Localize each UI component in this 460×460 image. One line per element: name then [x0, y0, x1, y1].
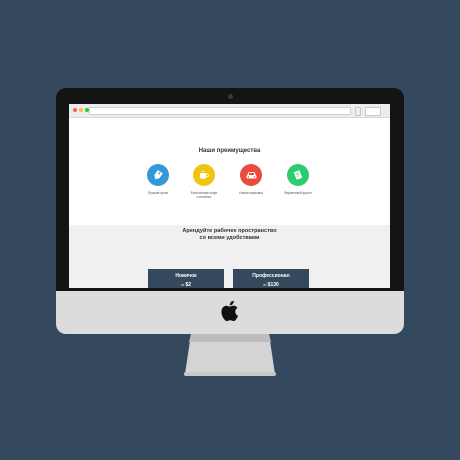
- feature-best-prices: Лучшие цены: [133, 164, 183, 195]
- feature-label: Новая парковка: [239, 191, 263, 195]
- close-icon[interactable]: [73, 108, 77, 112]
- minimize-icon[interactable]: [79, 108, 83, 112]
- coffee-cup-icon: [193, 164, 215, 186]
- advantages-title: Наши преимущества: [198, 148, 261, 154]
- feature-label: Фирменный фронт: [284, 191, 312, 195]
- apple-logo-icon: [221, 300, 238, 322]
- feature-parking: Новая парковка: [226, 164, 276, 195]
- imac-monitor: Наши преимущества Лучшие цены Бесплатные…: [56, 88, 404, 334]
- address-bar[interactable]: [89, 107, 351, 115]
- feature-label: Бесплатные кофе и печенье: [190, 191, 218, 199]
- car-icon: [240, 164, 262, 186]
- browser-menu-icon[interactable]: [355, 107, 361, 116]
- plan-name: Новичок: [175, 273, 197, 279]
- browser-search-field[interactable]: [365, 107, 381, 116]
- monitor-screen: Наши преимущества Лучшие цены Бесплатные…: [69, 104, 390, 288]
- rent-title: Арендуйте рабочее пространство со всеми …: [182, 228, 277, 241]
- price-tag-icon: [147, 164, 169, 186]
- monitor-bezel: Наши преимущества Лучшие цены Бесплатные…: [56, 88, 404, 291]
- monitor-chin: [56, 291, 404, 334]
- feature-free-coffee: Бесплатные кофе и печенье: [179, 164, 229, 199]
- window-controls: [73, 108, 89, 112]
- camera-icon: [228, 94, 233, 99]
- plan-card-beginner[interactable]: Новичок от $2: [148, 269, 224, 288]
- monitor-stand: [185, 334, 275, 374]
- feature-brand: Фирменный фронт: [273, 164, 323, 195]
- plan-card-professional[interactable]: Профессионал от $130: [233, 269, 309, 288]
- notebook-icon: [287, 164, 309, 186]
- plan-price: от $130: [263, 282, 279, 288]
- browser-toolbar: [69, 104, 390, 118]
- plan-name: Профессионал: [252, 273, 290, 279]
- plan-price: от $2: [180, 282, 192, 288]
- monitor-foot: [184, 372, 276, 376]
- feature-label: Лучшие цены: [148, 191, 168, 195]
